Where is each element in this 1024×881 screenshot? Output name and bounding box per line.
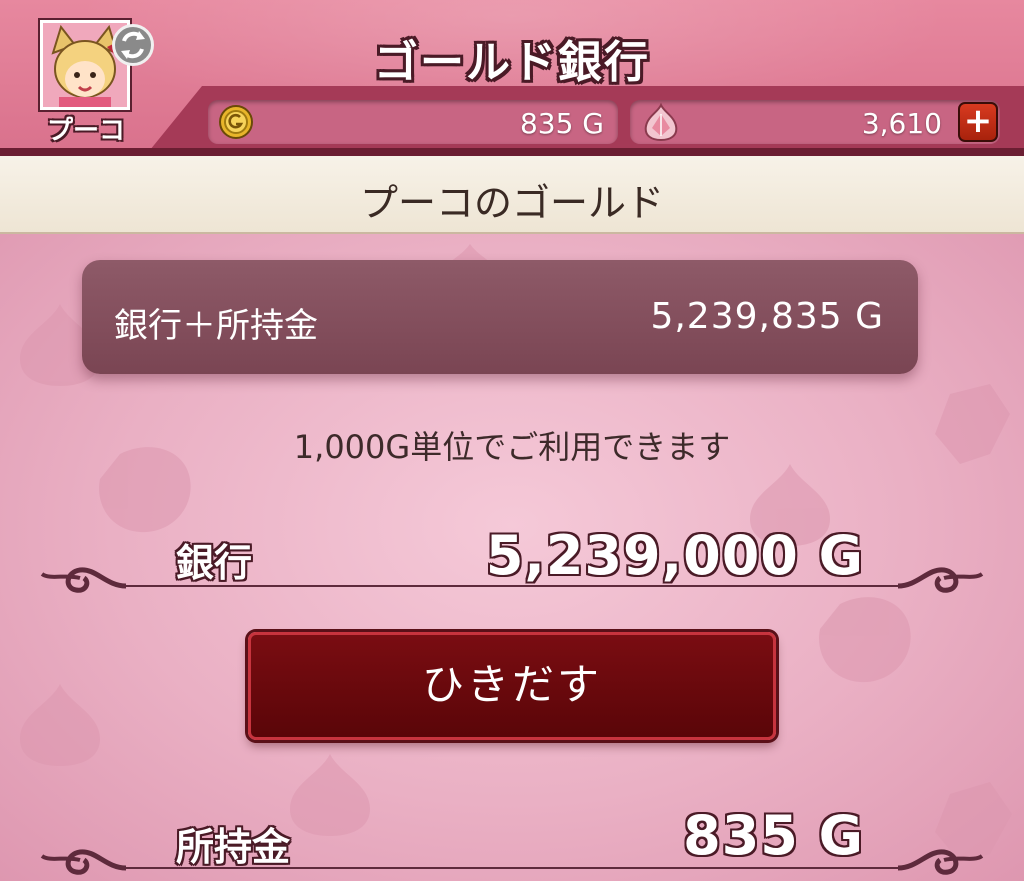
- section-header: プーコのゴールド: [0, 156, 1024, 234]
- gold-counter: 835 G: [208, 100, 618, 144]
- ornamental-divider: [40, 849, 984, 875]
- total-label: 銀行＋所持金: [114, 306, 318, 346]
- page-title: ゴールド銀行: [374, 37, 650, 88]
- gold-panel: 銀行＋所持金 5,239,835 G 1,000G単位でご利用できます 銀行 5…: [0, 234, 1024, 881]
- header-divider: [0, 148, 1024, 156]
- gold-amount: 835 G: [519, 107, 604, 140]
- ornamental-divider: [40, 567, 984, 593]
- unit-notice: 1,000G単位でご利用できます: [293, 428, 731, 466]
- gem-counter: 3,610 +: [630, 100, 1000, 144]
- player-name: プーコ: [46, 116, 125, 146]
- total-gold-panel: 銀行＋所持金 5,239,835 G: [82, 260, 918, 374]
- add-gems-button[interactable]: +: [958, 102, 998, 142]
- section-title: プーコのゴールド: [359, 181, 664, 225]
- header-bar: ゴールド銀行 プーコ 835 G 3,610 +: [0, 0, 1024, 156]
- withdraw-button[interactable]: ひきだす: [248, 632, 776, 740]
- gem-icon: [644, 102, 678, 142]
- plus-icon: +: [963, 101, 993, 141]
- swap-character-icon[interactable]: [112, 24, 154, 66]
- gem-amount: 3,610: [861, 107, 942, 140]
- total-value: 5,239,835 G: [650, 296, 884, 337]
- gold-coin-icon: [219, 105, 253, 139]
